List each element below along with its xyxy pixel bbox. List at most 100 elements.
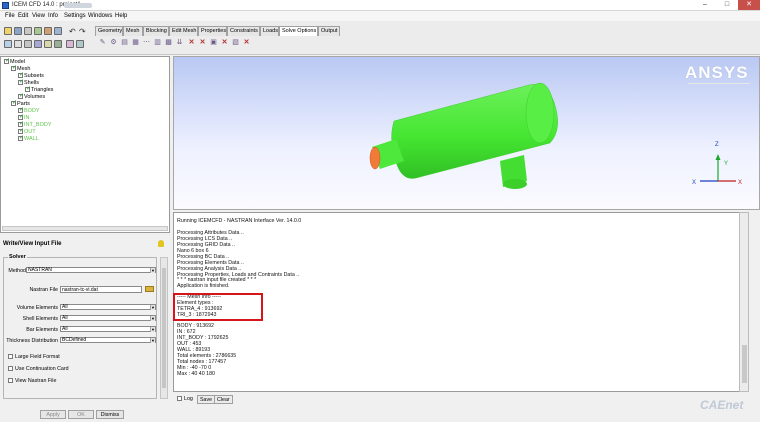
- checkbox-icon[interactable]: [177, 396, 182, 401]
- apply-button[interactable]: Apply: [40, 410, 66, 419]
- log-checkbox[interactable]: Log: [177, 396, 193, 402]
- refresh-icon[interactable]: [76, 40, 84, 48]
- menu-settings[interactable]: Settings: [64, 13, 86, 19]
- check-icon[interactable]: [18, 92, 24, 99]
- chevron-down-icon[interactable]: ▼: [150, 305, 155, 310]
- tab-loads[interactable]: Loads: [260, 26, 279, 36]
- write-input-icon[interactable]: ▤: [120, 38, 129, 47]
- tab-output[interactable]: Output: [318, 26, 340, 36]
- save-icon[interactable]: [14, 27, 22, 35]
- check-icon[interactable]: [25, 85, 31, 92]
- tree-horizontal-scrollbar[interactable]: [2, 226, 168, 231]
- write-input-panel: Write/View Input File Solver Method NAST…: [0, 237, 170, 407]
- zoom-box-icon[interactable]: [14, 40, 22, 48]
- chevron-down-icon[interactable]: ▼: [150, 338, 155, 343]
- nodes-icon[interactable]: ⋯: [142, 38, 151, 47]
- temperature-icon[interactable]: ▧: [231, 38, 240, 47]
- chevron-down-icon[interactable]: ▼: [150, 316, 155, 321]
- solid-icon[interactable]: [44, 40, 52, 48]
- tab-properties[interactable]: Properties: [198, 26, 227, 36]
- volume-elements-select[interactable]: All ▼: [60, 304, 156, 310]
- chevron-down-icon[interactable]: ▼: [150, 268, 155, 273]
- elements-icon[interactable]: ▥: [153, 38, 162, 47]
- panel-buttons: Apply OK Dismiss: [0, 410, 170, 422]
- tab-edit-mesh[interactable]: Edit Mesh: [169, 26, 198, 36]
- shell-elements-select[interactable]: All ▼: [60, 315, 156, 321]
- transparency-icon[interactable]: [54, 40, 62, 48]
- menu-windows[interactable]: Windows: [88, 13, 112, 19]
- thickness-distribution-select[interactable]: BCDefined ▼: [60, 337, 156, 343]
- edit-params-icon[interactable]: ▦: [131, 38, 140, 47]
- nastran-file-input[interactable]: nastran-tc-vi.dat: [60, 286, 142, 293]
- check-icon[interactable]: [11, 64, 17, 71]
- checkbox-icon[interactable]: [8, 354, 13, 359]
- chevron-down-icon[interactable]: ▼: [150, 327, 155, 332]
- project-icon[interactable]: [24, 27, 32, 35]
- wireframe-icon[interactable]: [34, 40, 42, 48]
- menu-edit[interactable]: Edit: [18, 13, 28, 19]
- tab-solve-options[interactable]: Solve Options: [279, 26, 318, 36]
- tab-mesh[interactable]: Mesh: [123, 26, 143, 36]
- volume-elements-label: Volume Elements: [16, 305, 58, 311]
- minimize-button[interactable]: –: [694, 0, 716, 10]
- maximize-button[interactable]: □: [716, 0, 738, 10]
- console-line: Max : 40 40 180: [177, 371, 215, 377]
- setup-solver-icon[interactable]: ✎: [98, 38, 107, 47]
- geometry-file-icon[interactable]: [34, 27, 42, 35]
- view-nastran-file-checkbox[interactable]: View Nastran File: [8, 378, 56, 384]
- close-button[interactable]: ✕: [738, 0, 760, 10]
- pressure-icon[interactable]: ▣: [209, 38, 218, 47]
- tree-part-wall[interactable]: WALL: [18, 134, 39, 142]
- mesh-model[interactable]: Z Y X X: [174, 57, 760, 211]
- check-icon[interactable]: [18, 134, 24, 141]
- sets-icon[interactable]: ▩: [164, 38, 173, 47]
- checkbox-icon[interactable]: [8, 378, 13, 383]
- undo-icon[interactable]: ↶: [68, 27, 76, 36]
- boundary-icon[interactable]: ⚙: [109, 38, 118, 47]
- menu-view[interactable]: View: [32, 13, 45, 19]
- save-log-button[interactable]: Save: [197, 395, 216, 404]
- menu-info[interactable]: Info: [48, 13, 58, 19]
- delete-constraint-icon[interactable]: ✕: [198, 38, 207, 47]
- fit-window-icon[interactable]: [4, 40, 12, 48]
- delete-temperature-icon[interactable]: ✕: [242, 38, 251, 47]
- loads-icon[interactable]: ⇊: [175, 38, 184, 47]
- method-select[interactable]: NASTRAN ▼: [26, 267, 156, 273]
- tab-constraints[interactable]: Constraints: [227, 26, 260, 36]
- check-icon[interactable]: [11, 99, 17, 106]
- solver-group: Solver Method NASTRAN ▼ Nastran File nast…: [3, 254, 157, 399]
- help-bulb-icon[interactable]: [158, 240, 164, 247]
- tree-node-triangles[interactable]: Triangles: [25, 85, 53, 93]
- measure-icon[interactable]: [24, 40, 32, 48]
- mesh-file-icon[interactable]: [44, 27, 52, 35]
- check-icon[interactable]: [4, 57, 10, 64]
- open-icon[interactable]: [4, 27, 12, 35]
- axis-triad: Z Y X X: [692, 142, 742, 186]
- menu-help[interactable]: Help: [115, 13, 127, 19]
- display-icon[interactable]: [66, 40, 74, 48]
- menu-file[interactable]: File: [5, 13, 15, 19]
- main-toolbar: ↶ ↷ Geometry Mesh Blocking Edit Mesh Pro…: [0, 21, 760, 55]
- blocking-file-icon[interactable]: [54, 27, 62, 35]
- tab-geometry[interactable]: Geometry: [95, 26, 123, 36]
- delete-load-icon[interactable]: ✕: [187, 38, 196, 47]
- continuation-card-checkbox[interactable]: Use Continuation Card: [8, 366, 69, 372]
- scroll-thumb[interactable]: [742, 345, 747, 383]
- bar-elements-select[interactable]: All ▼: [60, 326, 156, 332]
- checkbox-icon[interactable]: [8, 366, 13, 371]
- delete-pressure-icon[interactable]: ✕: [220, 38, 229, 47]
- panel-scrollbar[interactable]: [160, 257, 168, 399]
- check-icon[interactable]: [18, 78, 24, 85]
- large-field-format-checkbox[interactable]: Large Field Format: [8, 354, 60, 360]
- redo-icon[interactable]: ↷: [78, 27, 86, 36]
- dismiss-button[interactable]: Dismiss: [96, 410, 124, 419]
- ok-button[interactable]: OK: [68, 410, 94, 419]
- graphics-viewport[interactable]: ANSYS Z Y X X: [173, 56, 760, 210]
- console-scrollbar[interactable]: [739, 212, 749, 392]
- tab-blocking[interactable]: Blocking: [143, 26, 169, 36]
- scroll-thumb[interactable]: [162, 268, 166, 388]
- tree-node-volumes[interactable]: Volumes: [18, 92, 45, 100]
- folder-icon[interactable]: [145, 286, 154, 292]
- clear-log-button[interactable]: Clear: [214, 395, 233, 404]
- console-line: Running ICEMCFD - NASTRAN Interface Ver.…: [177, 218, 302, 224]
